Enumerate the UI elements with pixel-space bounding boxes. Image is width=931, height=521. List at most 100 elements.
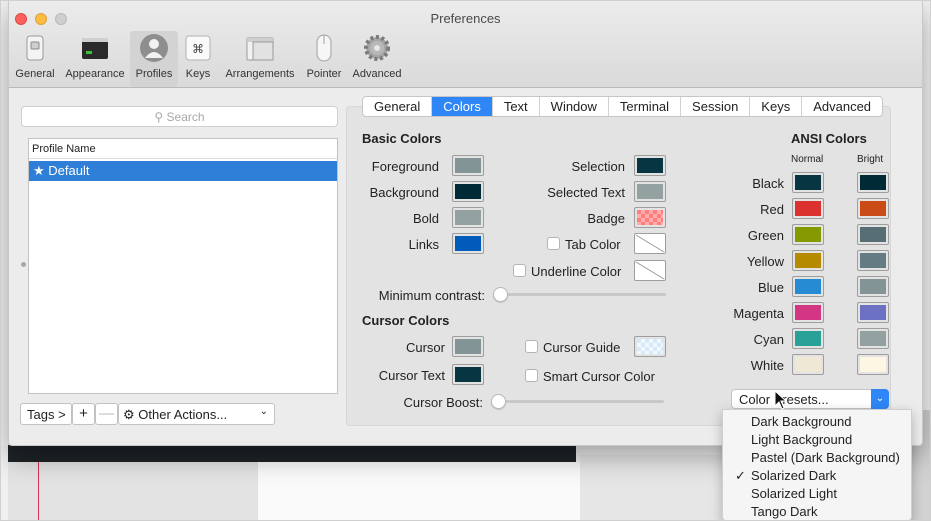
links-label: Links <box>408 237 439 252</box>
swatch <box>637 339 663 354</box>
windows-icon <box>246 37 274 61</box>
ansi-blue-bright-well[interactable] <box>857 276 889 297</box>
foreground-color-well[interactable] <box>452 155 484 176</box>
ansi-magenta-normal-well[interactable] <box>792 302 824 323</box>
underline-color-well[interactable] <box>634 260 666 281</box>
preset-menu-item-label: Solarized Light <box>751 486 837 501</box>
profile-list[interactable]: Profile Name ★ Default <box>28 138 338 394</box>
bold-color-well[interactable] <box>452 207 484 228</box>
preset-menu-item[interactable]: Light Background <box>723 432 911 450</box>
tab-text[interactable]: Text <box>491 97 539 116</box>
ansi-white-normal-well[interactable] <box>792 354 824 375</box>
preset-menu-item[interactable]: Dark Background <box>723 414 911 432</box>
ansi-yellow-normal-well[interactable] <box>792 250 824 271</box>
selected-text-color-well[interactable] <box>634 181 666 202</box>
tab-colors[interactable]: Colors <box>431 97 492 116</box>
cursor-text-color-well[interactable] <box>452 364 484 385</box>
toolbar-arrangements[interactable]: Arrangements <box>221 31 299 87</box>
command-key-icon: ⌘ <box>185 35 211 61</box>
ansi-red-normal-well[interactable] <box>792 198 824 219</box>
preset-menu-item[interactable]: Tango Dark <box>723 504 911 520</box>
badge-color-well[interactable] <box>634 207 666 228</box>
color-presets-dropdown[interactable]: Color Presets... <box>731 389 889 409</box>
smart-cursor-color-checkbox[interactable] <box>525 369 538 382</box>
tab-advanced[interactable]: Advanced <box>801 97 882 116</box>
ansi-cyan-bright-well[interactable] <box>857 328 889 349</box>
tab-color-well[interactable] <box>634 233 666 254</box>
tab-terminal[interactable]: Terminal <box>607 97 680 116</box>
chevron-down-icon[interactable]: ⌄ <box>871 389 889 409</box>
svg-text:⌘: ⌘ <box>192 42 204 56</box>
toolbar-advanced[interactable]: Advanced <box>349 31 405 87</box>
ansi-cyan-normal-well[interactable] <box>792 328 824 349</box>
tab-color-label: Tab Color <box>565 237 621 252</box>
split-view-handle[interactable] <box>21 262 26 267</box>
underline-color-label: Underline Color <box>531 264 622 279</box>
swatch <box>795 201 821 216</box>
toolbar-general[interactable]: General <box>11 31 59 87</box>
toolbar-pointer[interactable]: Pointer <box>302 31 346 87</box>
tab-window[interactable]: Window <box>538 97 608 116</box>
toolbar-profiles[interactable]: Profiles <box>130 31 178 87</box>
ansi-label-yellow: Yellow <box>746 254 784 269</box>
preset-menu-item[interactable]: ✓ Solarized Dark <box>723 468 911 486</box>
swatch <box>860 279 886 294</box>
tab-general[interactable]: General <box>363 97 431 116</box>
background-color-well[interactable] <box>452 181 484 202</box>
ansi-yellow-bright-well[interactable] <box>857 250 889 271</box>
swatch <box>455 367 481 382</box>
add-profile-button[interactable]: + <box>72 403 95 425</box>
window-icon <box>82 38 108 59</box>
ansi-black-bright-well[interactable] <box>857 172 889 193</box>
other-actions-label: Other Actions... <box>138 407 228 422</box>
preset-menu-item[interactable]: Pastel (Dark Background) <box>723 450 911 468</box>
toolbar-keys[interactable]: ⌘ Keys <box>182 31 214 87</box>
ansi-green-normal-well[interactable] <box>792 224 824 245</box>
preset-menu-item[interactable]: Solarized Light <box>723 486 911 504</box>
ansi-magenta-bright-well[interactable] <box>857 302 889 323</box>
other-actions-dropdown[interactable]: ⚙ Other Actions... ⌄ <box>118 403 275 425</box>
selection-color-well[interactable] <box>634 155 666 176</box>
chevron-down-icon: ⌄ <box>259 406 268 417</box>
search-input[interactable]: ⚲ Search <box>21 106 338 127</box>
minimum-contrast-label: Minimum contrast: <box>378 288 485 303</box>
color-presets-menu: Dark Background Light Background Pastel (D… <box>722 409 912 521</box>
cursor-guide-color-well[interactable] <box>634 336 666 357</box>
toolbar-appearance[interactable]: Appearance <box>62 31 128 87</box>
ansi-green-bright-well[interactable] <box>857 224 889 245</box>
ansi-red-bright-well[interactable] <box>857 198 889 219</box>
search-placeholder-text: Search <box>166 110 205 124</box>
swatch <box>860 305 886 320</box>
swatch <box>860 357 886 372</box>
swatch <box>860 227 886 242</box>
ansi-colors-title: ANSI Colors <box>791 131 867 146</box>
underline-color-checkbox[interactable] <box>513 264 526 277</box>
swatch <box>455 210 481 225</box>
profile-row-default[interactable]: ★ Default <box>29 161 337 181</box>
links-color-well[interactable] <box>452 233 484 254</box>
ansi-blue-normal-well[interactable] <box>792 276 824 297</box>
column-header-profile-name[interactable]: Profile Name <box>29 139 337 159</box>
cursor-color-well[interactable] <box>452 336 484 357</box>
toolbar-label: Keys <box>185 68 211 80</box>
search-placeholder: ⚲ Search <box>22 110 337 124</box>
cursor-guide-label: Cursor Guide <box>543 340 621 355</box>
swatch <box>637 184 663 199</box>
tab-session[interactable]: Session <box>680 97 749 116</box>
person-icon <box>140 34 168 62</box>
cursor-boost-slider[interactable] <box>492 400 664 403</box>
remove-profile-button[interactable]: — <box>95 403 118 425</box>
ansi-black-normal-well[interactable] <box>792 172 824 193</box>
minimum-contrast-slider[interactable] <box>494 293 666 296</box>
swatch <box>637 210 663 225</box>
cursor-boost-knob[interactable] <box>491 394 506 409</box>
gear-icon <box>364 35 390 61</box>
minimum-contrast-knob[interactable] <box>493 287 508 302</box>
ansi-white-bright-well[interactable] <box>857 354 889 375</box>
toolbar-label: Profiles <box>135 68 173 80</box>
selection-label: Selection <box>571 159 625 174</box>
tab-color-checkbox[interactable] <box>547 237 560 250</box>
cursor-guide-checkbox[interactable] <box>525 340 538 353</box>
tags-button[interactable]: Tags > <box>20 403 72 425</box>
tab-keys[interactable]: Keys <box>749 97 801 116</box>
